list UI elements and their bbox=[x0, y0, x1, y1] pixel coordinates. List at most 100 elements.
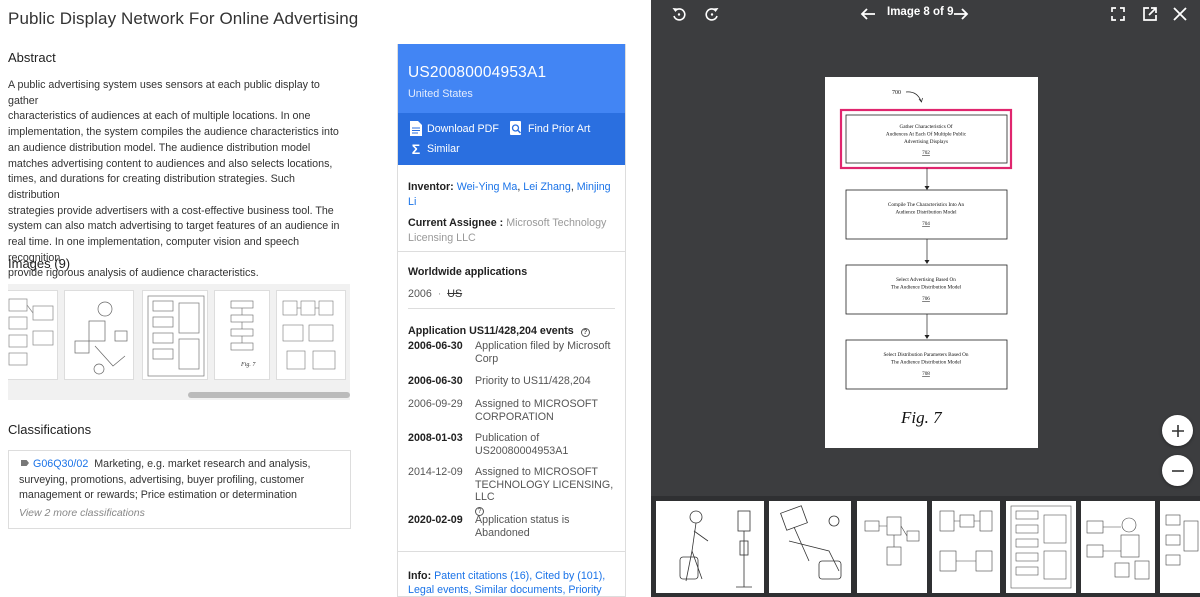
event-text: Publication of bbox=[475, 432, 540, 444]
download-pdf-button[interactable]: Download PDF bbox=[410, 121, 499, 136]
open-new-window-button[interactable] bbox=[1140, 4, 1160, 24]
find-prior-art-button[interactable]: Find Prior Art bbox=[510, 121, 590, 136]
flow-step-text: Advertising Displays bbox=[904, 139, 948, 145]
image-thumbnail[interactable] bbox=[8, 290, 58, 380]
more-classifications-link[interactable]: View 2 more classifications bbox=[19, 506, 145, 522]
viewer-thumbnail[interactable] bbox=[857, 501, 927, 593]
inventor-link[interactable]: Lei Zhang bbox=[523, 181, 571, 193]
abstract-line: system can also match advertising to tar… bbox=[8, 220, 340, 233]
classification-text: management or rewards; Price estimation … bbox=[19, 489, 298, 502]
pdf-icon bbox=[410, 121, 422, 136]
classification-code-link[interactable]: G06Q30/02 bbox=[33, 458, 88, 470]
svg-text:Fig. 7: Fig. 7 bbox=[240, 362, 256, 368]
event-text: US20080004953A1 bbox=[475, 444, 569, 457]
image-thumbnail[interactable] bbox=[142, 290, 208, 380]
viewer-thumbnail[interactable] bbox=[1081, 501, 1155, 593]
rotate-right-icon bbox=[705, 8, 719, 21]
image-thumbnail[interactable]: Fig. 7 bbox=[214, 290, 270, 380]
page-title: Public Display Network For Online Advert… bbox=[8, 9, 359, 28]
prior-art-search-icon bbox=[510, 121, 522, 135]
help-icon[interactable]: ? bbox=[580, 328, 590, 337]
info-links[interactable]: Patent citations (16), Cited by (101), bbox=[434, 570, 605, 582]
worldwide-heading: Worldwide applications bbox=[408, 266, 528, 278]
metadata-actions: Download PDF Find Prior Art Σ Similar bbox=[398, 113, 625, 165]
flow-step-number: 706 bbox=[922, 296, 930, 302]
event-date: 2006-09-29 bbox=[408, 398, 463, 410]
similar-label: Similar bbox=[427, 143, 460, 155]
flow-step-text: The Audience Distribution Model bbox=[891, 360, 962, 366]
zoom-in-button[interactable] bbox=[1162, 415, 1193, 446]
viewer-toolbar: Image 8 of 9 bbox=[651, 0, 1200, 28]
previous-image-button[interactable] bbox=[858, 4, 878, 24]
fullscreen-icon bbox=[1111, 7, 1125, 21]
publication-number: US20080004953A1 bbox=[408, 64, 547, 81]
flow-step-text: Gather Characteristics Of bbox=[899, 123, 952, 130]
viewer-thumbnail[interactable] bbox=[769, 501, 851, 593]
patent-metadata-card: US20080004953A1 United States Download P… bbox=[397, 44, 626, 597]
abstract-heading: Abstract bbox=[8, 50, 56, 65]
flow-step-number: 704 bbox=[922, 221, 930, 227]
plus-icon bbox=[1171, 424, 1184, 437]
event-text: CORPORATION bbox=[475, 410, 554, 423]
rotate-right-button[interactable] bbox=[702, 4, 722, 24]
rotate-left-button[interactable] bbox=[669, 4, 689, 24]
info-links[interactable]: Legal events, Similar documents, Priorit… bbox=[408, 584, 602, 597]
assignee-row: Current Assignee : Microsoft Technology … bbox=[398, 216, 625, 246]
event-date: 2008-01-03 bbox=[408, 432, 463, 444]
image-counter: Image 8 of 9 bbox=[887, 6, 954, 18]
close-viewer-button[interactable] bbox=[1170, 4, 1190, 24]
classifications-heading: Classifications bbox=[8, 422, 92, 437]
viewer-thumbnail[interactable] bbox=[932, 501, 1000, 593]
image-thumbnail[interactable] bbox=[276, 290, 346, 380]
download-pdf-label: Download PDF bbox=[427, 122, 499, 135]
assignee-label: Current Assignee : bbox=[408, 217, 504, 229]
event-text: TECHNOLOGY LICENSING, LLC bbox=[475, 478, 614, 504]
next-image-button[interactable] bbox=[951, 4, 971, 24]
abstract-line: matches advertising content to audiences… bbox=[8, 157, 333, 170]
zoom-out-button[interactable] bbox=[1162, 455, 1193, 486]
abstract-line: characteristics of audiences at each of … bbox=[8, 110, 311, 123]
event-text: Application filed by Microsoft bbox=[475, 340, 611, 352]
abstract-line: implementation, the system compiles the … bbox=[8, 126, 339, 139]
images-heading: Images (9) bbox=[8, 256, 71, 271]
worldwide-year: 2006 bbox=[408, 288, 432, 300]
fullscreen-button[interactable] bbox=[1108, 4, 1128, 24]
info-row: Info: Patent citations (16), Cited by (1… bbox=[408, 570, 620, 597]
image-thumbnail[interactable] bbox=[64, 290, 134, 380]
inventor-label: Inventor: bbox=[408, 181, 454, 193]
event-text: Priority to US11/428,204 bbox=[475, 375, 591, 387]
event-date: 2006-06-30 bbox=[408, 375, 463, 387]
similar-button[interactable]: Σ Similar bbox=[410, 141, 460, 157]
flow-step-text: The Audience Distribution Model bbox=[891, 285, 962, 291]
flow-step-text: Audiences At Each Of Multiple Public bbox=[886, 131, 967, 138]
events-heading: Application US11/428,204 events bbox=[408, 325, 574, 337]
close-icon bbox=[1173, 7, 1187, 21]
carousel-scrollbar[interactable] bbox=[188, 392, 350, 398]
abstract-line: an audience distribution model. The audi… bbox=[8, 141, 311, 154]
sigma-icon: Σ bbox=[411, 141, 421, 157]
flow-step-text: Compile The Characteristics Into An bbox=[888, 202, 965, 208]
abstract-line: A public advertising system uses sensors… bbox=[8, 79, 320, 107]
assignee-name: Microsoft Technology bbox=[506, 217, 607, 229]
tag-icon bbox=[21, 460, 29, 466]
classification-text: Marketing, e.g. market research and anal… bbox=[94, 458, 311, 470]
event-date: 2014-12-09 bbox=[408, 466, 463, 478]
event-text: Assigned to MICROSOFT bbox=[475, 466, 598, 478]
arrow-right-icon bbox=[954, 8, 969, 20]
worldwide-country-link[interactable]: US bbox=[447, 288, 462, 300]
viewer-thumbnail[interactable] bbox=[1006, 501, 1076, 593]
viewer-thumbnail[interactable] bbox=[656, 501, 764, 593]
events-heading-row: Application US11/428,204 events ? bbox=[398, 324, 625, 339]
abstract-text: A public advertising system uses sensors… bbox=[8, 78, 348, 282]
classification-box: G06Q30/02 Marketing, e.g. market researc… bbox=[8, 450, 351, 529]
viewer-thumbnail-strip bbox=[651, 496, 1200, 597]
figure-caption: Fig. 7 bbox=[900, 408, 943, 427]
images-carousel[interactable]: Fig. 7 bbox=[8, 284, 350, 400]
event-date: 2006-06-30 bbox=[408, 340, 463, 352]
viewer-thumbnail[interactable] bbox=[1160, 501, 1200, 593]
minus-icon bbox=[1171, 469, 1184, 472]
flow-step-text: Select Distribution Parameters Based On bbox=[884, 352, 969, 358]
inventor-link[interactable]: Wei-Ying Ma bbox=[457, 181, 518, 193]
event-date: 2020-02-09 bbox=[408, 514, 463, 526]
event-text: Abandoned bbox=[475, 526, 530, 539]
